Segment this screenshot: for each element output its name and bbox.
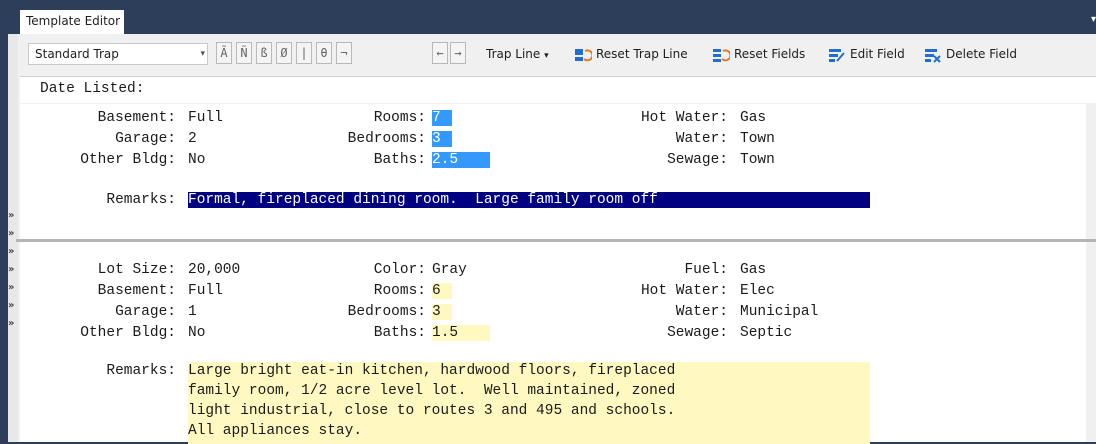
char-button-a-tilde[interactable]: Ã (216, 42, 232, 64)
basement-value[interactable]: Full (188, 110, 223, 126)
edit-field-label: Edit Field (850, 47, 905, 61)
remarks-line: All appliances stay. (188, 423, 363, 439)
gutter-marker-icon: » (8, 282, 15, 293)
hot-water-value[interactable]: Gas (740, 110, 766, 126)
other-bldg-value[interactable]: No (188, 152, 205, 168)
vertical-scrollbar[interactable] (1086, 242, 1092, 442)
char-button-not[interactable]: ¬ (336, 42, 352, 64)
basement-label: Basement: (97, 283, 176, 299)
rooms-label: Rooms: (373, 283, 426, 299)
remarks-label: Remarks: (106, 192, 176, 208)
baths-label: Baths: (373, 152, 426, 168)
tab-template-editor[interactable]: Template Editor (20, 10, 124, 34)
water-value[interactable]: Town (740, 131, 775, 147)
fuel-label: Fuel: (684, 262, 728, 278)
move-right-button[interactable]: → (450, 42, 466, 64)
garage-value[interactable]: 1 (188, 304, 197, 320)
rooms-label: Rooms: (373, 110, 426, 126)
gutter-marker-icon: » (8, 210, 15, 221)
gutter-marker-icon: » (8, 300, 15, 311)
remarks-line: Large bright eat-in kitchen, hardwood fl… (188, 363, 676, 379)
template-editor-window: Standard Trap ▾ Ã Ñ ß Ø | θ ¬ ← → Trap L… (8, 34, 1096, 444)
tab-overflow-icon[interactable]: ▾ (1091, 14, 1096, 25)
color-value[interactable]: Gray (432, 262, 467, 278)
char-button-pipe[interactable]: | (296, 42, 312, 64)
water-label: Water: (675, 131, 728, 147)
char-button-eszett[interactable]: ß (256, 42, 272, 64)
trap-line-dropdown[interactable]: Trap Line ▾ (486, 43, 549, 65)
template-select-value: Standard Trap (35, 47, 119, 61)
trap-line-label: Trap Line (486, 47, 541, 61)
color-label: Color: (373, 262, 426, 278)
hot-water-value[interactable]: Elec (740, 283, 775, 299)
rooms-value[interactable]: 7 (432, 110, 452, 126)
water-value[interactable]: Municipal (740, 304, 818, 320)
sewage-label: Sewage: (667, 152, 728, 168)
edit-field-icon (829, 48, 845, 62)
garage-label: Garage: (115, 131, 176, 147)
reset-trap-line-button[interactable]: Reset Trap Line (574, 43, 688, 65)
garage-label: Garage: (115, 304, 176, 320)
baths-value[interactable]: 1.5 (432, 325, 490, 341)
basement-value[interactable]: Full (188, 283, 223, 299)
remarks-line: light industrial, close to routes 3 and … (188, 403, 676, 419)
remarks-line: family room, 1/2 acre level lot. Well ma… (188, 383, 676, 399)
gutter-markers: » » » » » » » (8, 207, 14, 333)
bedrooms-value[interactable]: 3 (432, 304, 452, 320)
gutter-marker-icon: » (8, 318, 15, 329)
bedrooms-label: Bedrooms: (347, 304, 426, 320)
fuel-value[interactable]: Gas (740, 262, 766, 278)
lot-size-value[interactable]: 20,000 (188, 262, 240, 278)
move-left-button[interactable]: ← (432, 42, 448, 64)
sewage-label: Sewage: (667, 325, 728, 341)
water-label: Water: (675, 304, 728, 320)
delete-field-icon (925, 48, 941, 63)
char-button-o-slash[interactable]: Ø (276, 42, 292, 64)
date-listed-line[interactable]: Date Listed: (20, 76, 1096, 103)
reset-fields-button[interactable]: Reset Fields (712, 43, 805, 65)
template-select[interactable]: Standard Trap ▾ (28, 43, 208, 65)
lot-size-label: Lot Size: (97, 262, 176, 278)
rooms-value[interactable]: 6 (432, 283, 452, 299)
reset-trap-line-label: Reset Trap Line (596, 47, 688, 61)
other-bldg-label: Other Bldg: (80, 152, 176, 168)
remarks-value[interactable]: Large bright eat-in kitchen, hardwood fl… (188, 362, 870, 444)
remarks-value[interactable]: Formal, fireplaced dining room. Large fa… (188, 192, 870, 208)
delete-field-label: Delete Field (946, 47, 1017, 61)
record-pane-top[interactable]: Basement: Full Garage: 2 Other Bldg: No … (20, 104, 1092, 239)
baths-value[interactable]: 2.5 (432, 152, 490, 168)
bedrooms-label: Bedrooms: (347, 131, 426, 147)
sewage-value[interactable]: Septic (740, 325, 792, 341)
char-button-theta[interactable]: θ (316, 42, 332, 64)
char-button-n-tilde[interactable]: Ñ (236, 42, 252, 64)
basement-label: Basement: (97, 110, 176, 126)
delete-field-button[interactable]: Delete Field (924, 43, 1017, 65)
garage-value[interactable]: 2 (188, 131, 197, 147)
gutter-marker-icon: » (8, 264, 15, 275)
toolbar: Standard Trap ▾ Ã Ñ ß Ø | θ ¬ ← → Trap L… (20, 34, 1096, 74)
reset-fields-label: Reset Fields (734, 47, 806, 61)
remarks-label: Remarks: (106, 363, 176, 379)
sewage-value[interactable]: Town (740, 152, 775, 168)
other-bldg-label: Other Bldg: (80, 325, 176, 341)
gutter-marker-icon: » (8, 228, 15, 239)
document-tab-strip: Template Editor ▾ (0, 0, 1096, 34)
other-bldg-value[interactable]: No (188, 325, 205, 341)
chevron-down-icon: ▾ (200, 49, 205, 59)
date-listed-label: Date Listed: (40, 81, 145, 97)
chevron-down-icon: ▾ (544, 51, 549, 61)
hot-water-label: Hot Water: (640, 110, 728, 126)
vertical-scrollbar[interactable] (1086, 104, 1092, 239)
baths-label: Baths: (373, 325, 426, 341)
edit-field-button[interactable]: Edit Field (828, 43, 905, 65)
bedrooms-value[interactable]: 3 (432, 131, 452, 147)
hot-water-label: Hot Water: (640, 283, 728, 299)
reset-fields-icon (713, 48, 730, 62)
gutter-marker-icon: » (8, 246, 15, 257)
reset-trap-line-icon (575, 48, 592, 61)
record-pane-bottom[interactable]: Lot Size: 20,000 Basement: Full Garage: … (20, 242, 1092, 444)
